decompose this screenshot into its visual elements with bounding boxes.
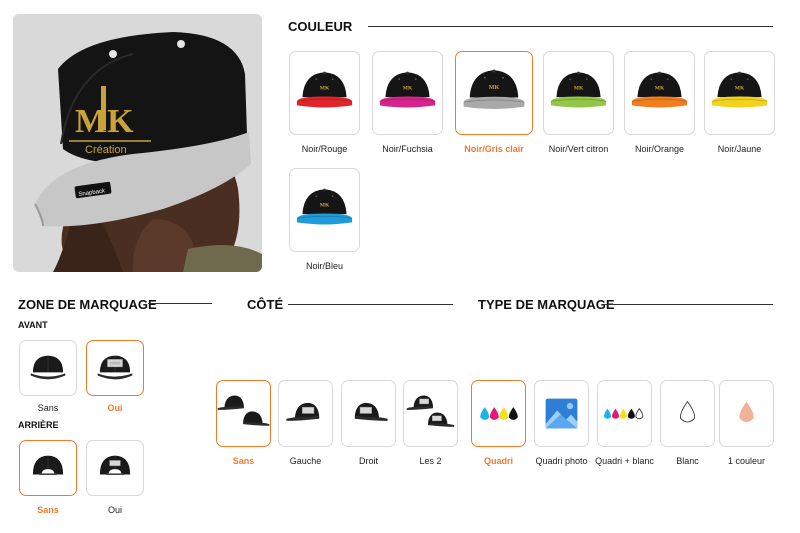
type-option[interactable] — [471, 380, 526, 447]
cap-front-logo-icon — [97, 355, 133, 380]
type-option[interactable] — [719, 380, 774, 447]
zone-avant-label: Sans — [37, 403, 59, 413]
zone-arriere-option[interactable] — [86, 440, 144, 496]
color-option-label: Noir/Vert citron — [548, 144, 609, 154]
color-option-label: Noir/Bleu — [305, 261, 344, 271]
zone-arriere-label: Sans — [37, 505, 59, 515]
zone-avant-label: Oui — [107, 403, 123, 413]
cote-option-label: Les 2 — [419, 456, 442, 466]
cap-photo-illustration: Snapback MK Création — [13, 14, 262, 272]
cap-back-icon — [32, 455, 64, 476]
type-option[interactable] — [597, 380, 652, 447]
color-option[interactable]: MK — [543, 51, 614, 135]
zone-avant-option[interactable] — [86, 340, 144, 396]
cote-divider — [288, 304, 453, 305]
type-option-label: Quadri — [483, 456, 514, 466]
zone-arriere-label: Oui — [107, 505, 123, 515]
svg-text:MK: MK — [320, 86, 330, 92]
cap-color-swatch: MK — [463, 69, 525, 109]
type-option-label: Quadri + blanc — [595, 456, 654, 466]
avant-label: AVANT — [18, 320, 48, 330]
svg-text:MK: MK — [489, 85, 500, 91]
color-option-label: Noir/Rouge — [301, 144, 348, 154]
zone-title: ZONE DE MARQUAGE — [18, 297, 157, 312]
color-option-label: Noir/Orange — [634, 144, 685, 154]
type-option[interactable] — [660, 380, 715, 447]
cap-color-swatch: MK — [296, 188, 353, 225]
cmyk-drops-icon — [480, 407, 518, 420]
svg-text:MK: MK — [574, 86, 584, 92]
cap-color-swatch: MK — [631, 71, 688, 108]
single-color-drop-icon — [739, 401, 754, 422]
svg-text:MK: MK — [403, 86, 413, 92]
cote-option[interactable] — [341, 380, 396, 447]
cap-color-swatch: MK — [379, 71, 436, 108]
cap-back-logo-icon — [99, 455, 131, 476]
color-option[interactable]: MK — [624, 51, 695, 135]
cote-title: CÔTÉ — [247, 297, 284, 312]
type-option-label: Quadri photo — [535, 456, 588, 466]
cote-option-label: Droit — [358, 456, 379, 466]
arriere-label: ARRIÈRE — [18, 420, 59, 430]
zone-divider — [148, 303, 212, 304]
type-divider — [604, 304, 773, 305]
type-option-label: Blanc — [676, 456, 699, 466]
color-option[interactable]: MK — [372, 51, 443, 135]
type-title: TYPE DE MARQUAGE — [478, 297, 615, 312]
svg-text:MK: MK — [655, 86, 665, 92]
cote-option-label: Sans — [232, 456, 255, 466]
cap-color-swatch: MK — [711, 71, 768, 108]
caps-side-icon — [217, 395, 270, 426]
color-option-label: Noir/Gris clair — [464, 144, 524, 154]
svg-text:MK: MK — [735, 86, 745, 92]
product-photo: Snapback MK Création — [13, 14, 262, 272]
color-option[interactable]: MK — [289, 168, 360, 252]
cote-option-label: Gauche — [289, 456, 322, 466]
color-option[interactable]: MK — [289, 51, 360, 135]
cap-left-logo-icon — [286, 402, 320, 421]
type-option-label: 1 couleur — [727, 456, 766, 466]
caps-both-logo-icon — [406, 395, 455, 427]
cmyk-white-drops-icon — [604, 407, 644, 420]
cote-option[interactable] — [216, 380, 271, 447]
type-option[interactable] — [534, 380, 589, 447]
cap-front-icon — [30, 355, 66, 380]
color-option[interactable]: MK — [704, 51, 775, 135]
brand-logo-subtext: Création — [85, 144, 127, 156]
white-drop-icon — [680, 400, 695, 423]
cap-color-swatch: MK — [296, 71, 353, 108]
zone-avant-option[interactable] — [19, 340, 77, 396]
color-option-label: Noir/Fuchsia — [382, 144, 433, 154]
cap-right-logo-icon — [354, 402, 388, 421]
couleur-title: COULEUR — [288, 19, 353, 34]
zone-arriere-option[interactable] — [19, 440, 77, 496]
cote-option[interactable] — [403, 380, 458, 447]
photo-icon — [545, 398, 578, 429]
cap-color-swatch: MK — [550, 71, 607, 108]
color-option-label: Noir/Jaune — [717, 144, 762, 154]
svg-text:MK: MK — [320, 203, 330, 209]
cote-option[interactable] — [278, 380, 333, 447]
color-option[interactable]: MK — [455, 51, 533, 135]
couleur-divider — [368, 26, 773, 27]
